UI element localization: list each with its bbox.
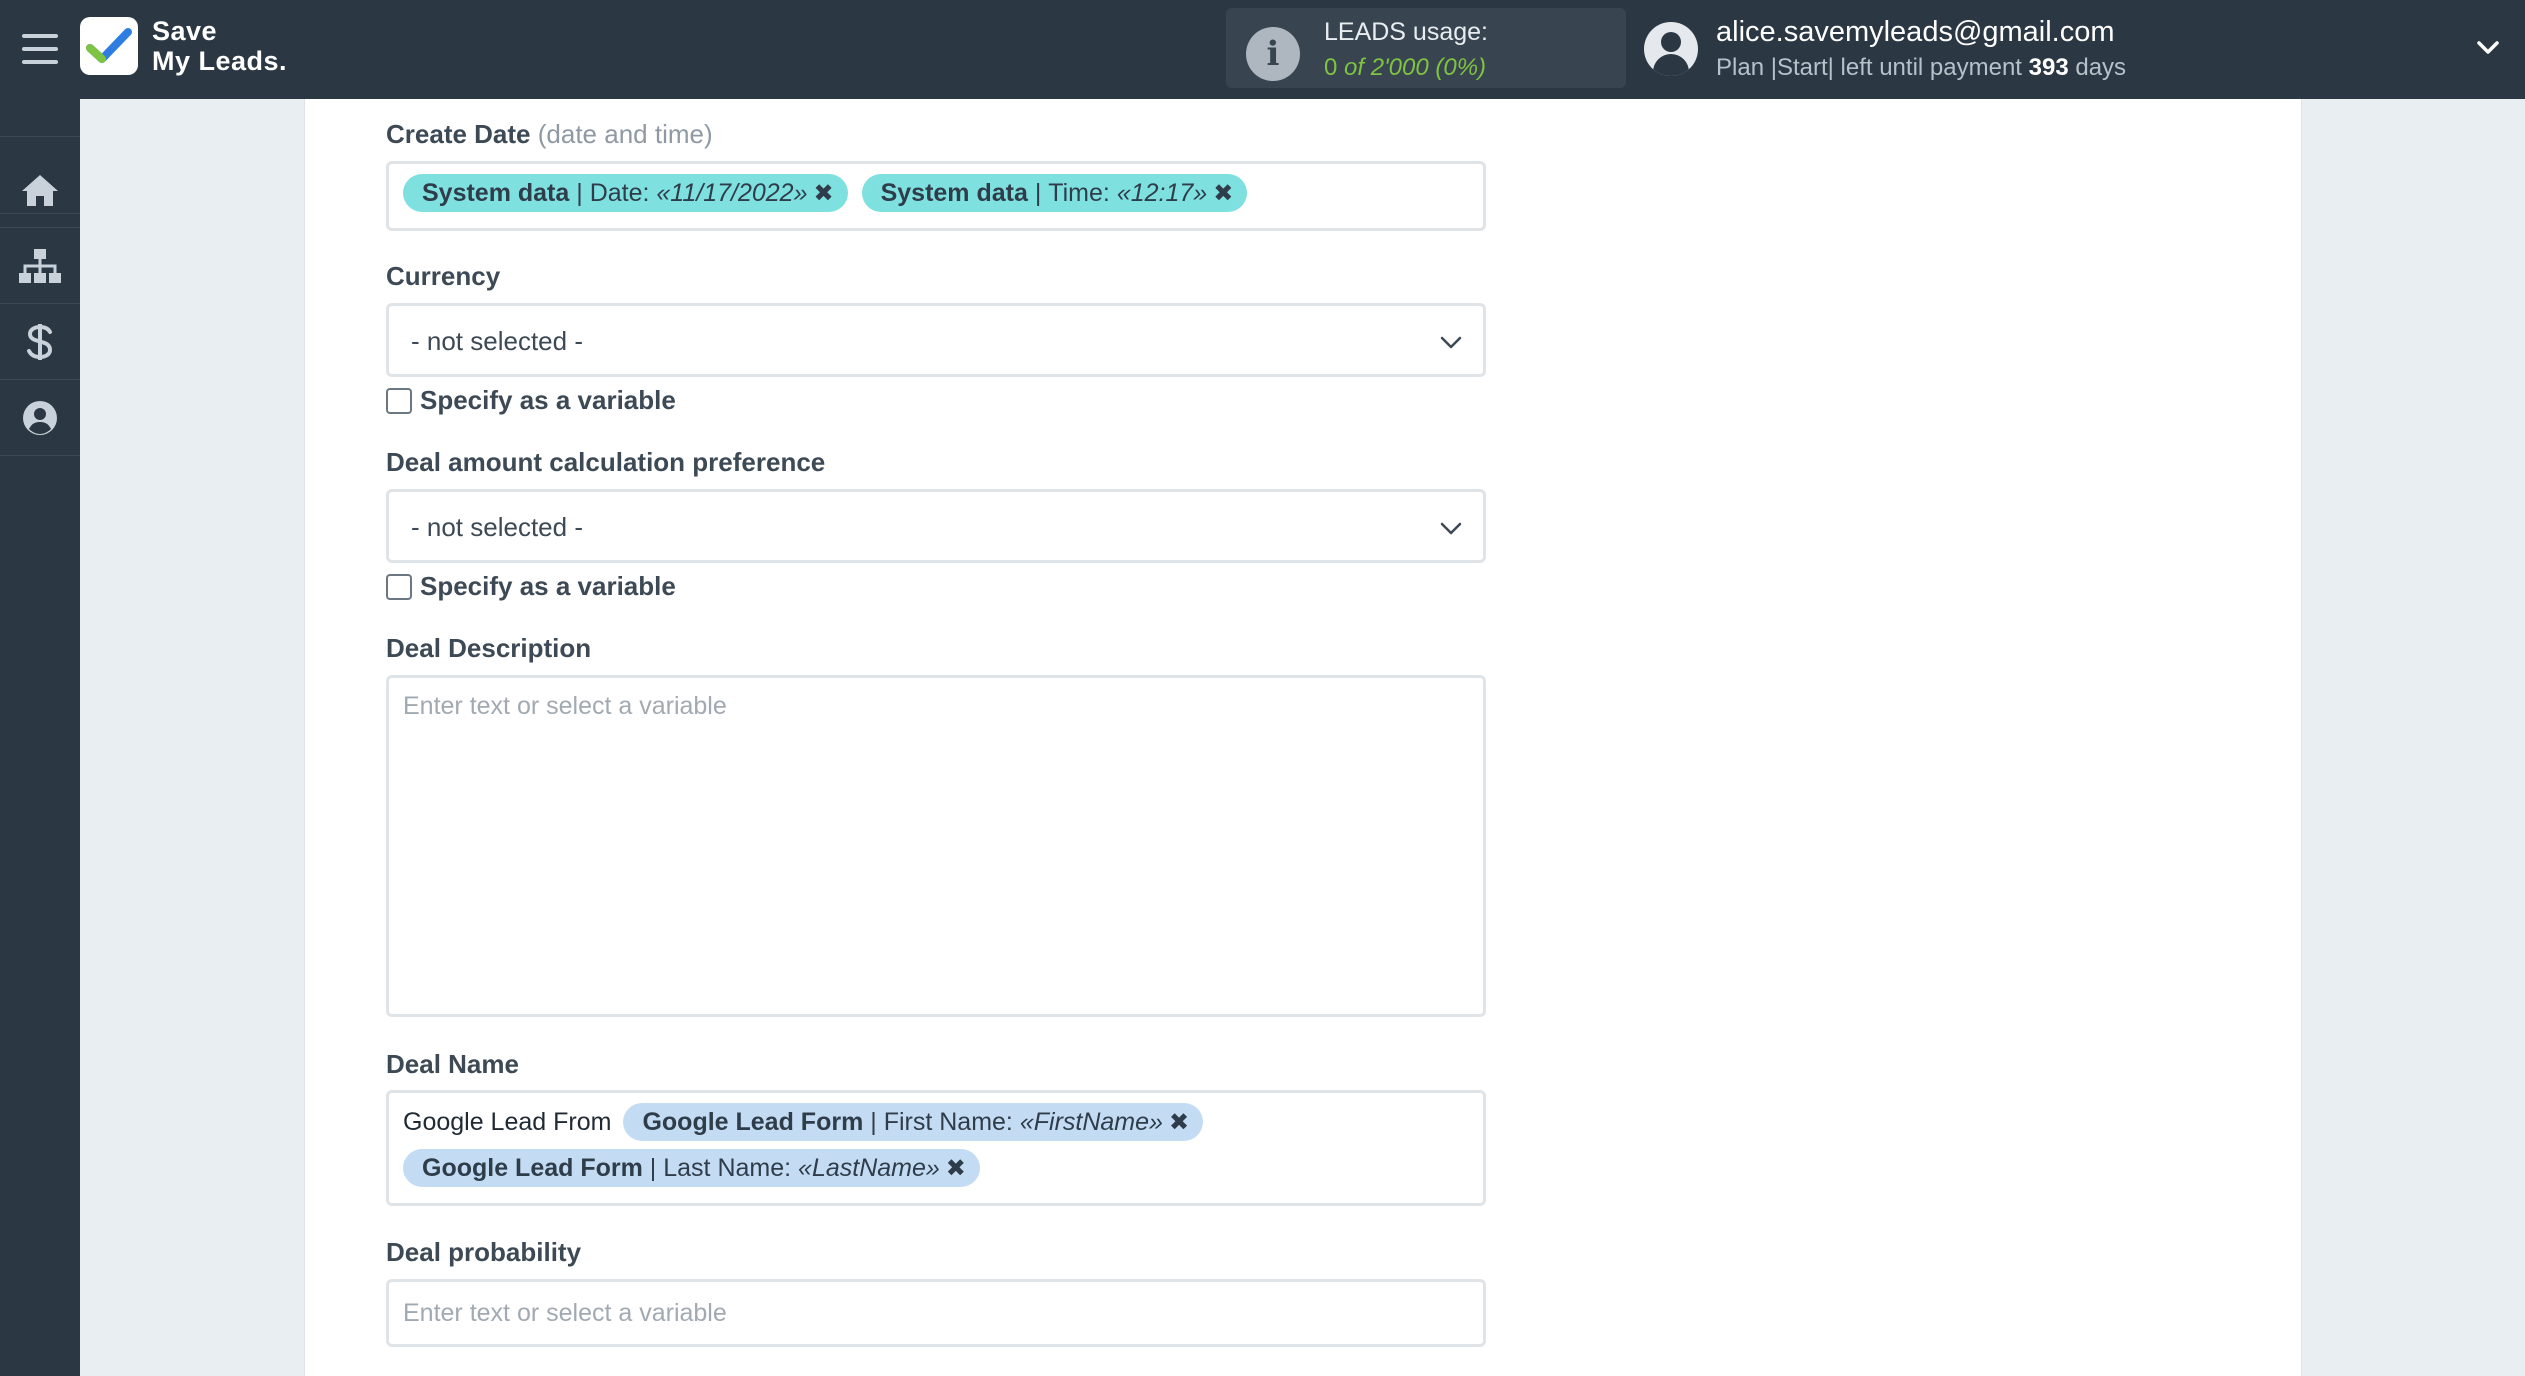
create-date-hint: (date and time) [537,119,713,149]
tag-source: System data [422,178,570,207]
currency-variable-checkbox[interactable]: Specify as a variable [386,385,676,416]
currency-select[interactable]: - not selected - [386,303,1486,377]
logo-line-2: My Leads. [152,46,288,76]
tag-value: «LastName» [798,1153,940,1182]
deal-amount-select[interactable]: - not selected - [386,489,1486,563]
remove-tag-icon[interactable]: ✖ [1169,1108,1189,1137]
tag-source: Google Lead Form [422,1153,643,1182]
create-date-field[interactable]: System data | Date: «11/17/2022» ✖ Syste… [386,161,1486,231]
deal-name-field[interactable]: Google Lead From Google Lead Form | Firs… [386,1090,1486,1206]
deal-amount-selected-value: - not selected - [411,512,583,542]
deal-amount-variable-checkbox[interactable]: Specify as a variable [386,571,676,602]
leads-usage-panel: i LEADS usage: 0 of 2'000 (0%) [1226,8,1626,88]
sitemap-icon [19,248,61,283]
deal-name-prefix-text: Google Lead From [403,1107,612,1136]
sidebar-item-home[interactable] [0,61,80,137]
currency-selected-value: - not selected - [411,326,583,356]
chevron-down-icon [1440,522,1462,535]
usage-count: 0 [1324,54,1338,81]
sidebar-item-profile[interactable] [0,380,80,456]
deal-description-textarea[interactable] [386,675,1486,1017]
avatar-icon[interactable] [1644,22,1698,76]
deal-amount-label: Deal amount calculation preference [386,447,826,477]
checkbox-box[interactable] [386,573,412,600]
tag-field: First Name: [883,1107,1013,1136]
menu-icon[interactable] [22,34,58,64]
usage-title: LEADS usage: [1324,18,1488,46]
tag-field: Last Name: [663,1153,792,1182]
remove-tag-icon[interactable]: ✖ [946,1154,966,1183]
remove-tag-icon[interactable]: ✖ [1213,179,1233,208]
logo-check-icon [80,17,138,75]
plan-info: Plan |Start| left until payment 393 days [1716,54,2126,82]
account-email: alice.savemyleads@gmail.com [1716,16,2115,48]
sidebar-nav [0,152,80,456]
checkbox-label: Specify as a variable [420,385,676,415]
sidebar-item-home[interactable] [0,152,80,228]
tag-source: Google Lead Form [642,1107,864,1136]
sidebar-item-connections[interactable] [0,228,80,304]
dollar-icon [27,323,53,360]
create-date-label: Create Date (date and time) [386,119,713,150]
chevron-down-icon [1440,336,1462,349]
tag-field: Date: [589,178,650,207]
currency-label: Currency [386,261,501,291]
home-icon [22,174,58,206]
tag-source: System data [880,178,1028,207]
usage-total: of 2'000 [1344,54,1429,81]
plan-text: Plan |Start| left until payment [1716,54,2022,81]
user-circle-icon [23,400,57,435]
info-icon[interactable]: i [1246,27,1300,81]
tag-value: «12:17» [1116,178,1208,207]
tag-field: Time: [1048,178,1110,207]
variable-tag[interactable]: System data | Time: «12:17» ✖ [861,174,1248,212]
deal-name-label: Deal Name [386,1049,519,1079]
variable-tag[interactable]: Google Lead Form | Last Name: «LastName»… [403,1149,980,1187]
plan-days-suffix: days [2075,54,2127,81]
checkbox-box[interactable] [386,387,412,414]
top-bar: Save My Leads. i LEADS usage: 0 of 2'000… [0,0,2525,99]
settings-panel: Create Date (date and time) System data … [304,99,2302,1376]
tag-value: «FirstName» [1019,1107,1163,1136]
logo-line-1: Save [152,16,218,46]
sidebar-item-billing[interactable] [0,304,80,380]
create-date-label-text: Create Date [386,119,531,149]
variable-tag[interactable]: Google Lead Form | First Name: «FirstNam… [623,1103,1204,1141]
logo-text: Save My Leads. [152,16,287,76]
remove-tag-icon[interactable]: ✖ [813,179,833,208]
tag-value: «11/17/2022» [656,178,808,207]
usage-percent: (0%) [1435,54,1487,81]
variable-tag[interactable]: System data | Date: «11/17/2022» ✖ [403,174,848,212]
deal-description-label: Deal Description [386,633,592,663]
plan-days-count: 393 [2028,54,2069,81]
usage-value: 0 of 2'000 (0%) [1324,54,1486,82]
logo[interactable]: Save My Leads. [80,16,287,76]
deal-probability-label: Deal probability [386,1237,582,1267]
deal-probability-input[interactable] [386,1279,1486,1347]
chevron-down-icon[interactable] [2476,36,2500,60]
checkbox-label: Specify as a variable [420,571,676,601]
